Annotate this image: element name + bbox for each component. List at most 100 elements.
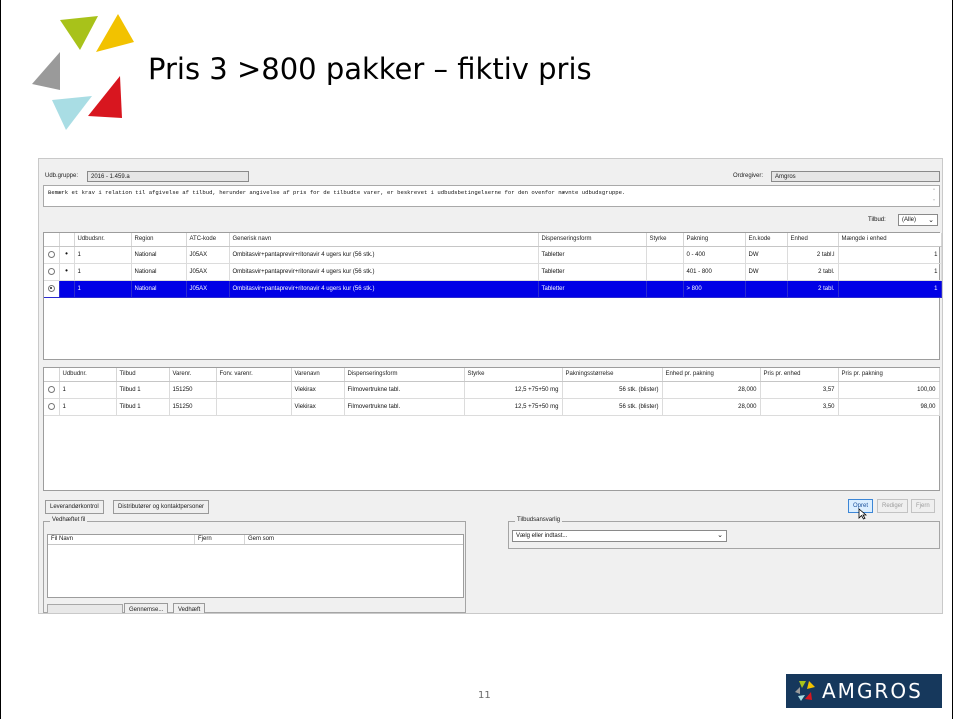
table-row[interactable]: 1 Tilbud 1 151250 Viekirax Filmovertrukn…: [44, 398, 940, 416]
column-header-styrke[interactable]: Styrke: [646, 233, 684, 247]
row-radio-cell[interactable]: [44, 381, 60, 399]
enhed-pr-pakning-cell: 28,000: [662, 381, 761, 399]
styrke-cell: [646, 246, 684, 264]
column-header-fjern[interactable]: Fjern: [195, 535, 245, 544]
column-header-pris-pr-pakning[interactable]: Pris pr. pakning: [838, 368, 940, 382]
column-header-varenavn[interactable]: Varenavn: [291, 368, 345, 382]
distributorer-button[interactable]: Distributører og kontaktpersoner: [113, 500, 210, 514]
column-header: [59, 233, 75, 247]
leverandorkontrol-button[interactable]: Leverandørkontrol: [45, 500, 104, 514]
tilbudsansvarlig-group: Tilbudsansvarlig Vælg eller indtast... ⌄: [508, 517, 940, 549]
row-radio-cell[interactable]: [44, 398, 60, 416]
column-header-pris-pr-enhed[interactable]: Pris pr. enhed: [760, 368, 839, 382]
column-header-enhed[interactable]: Enhed: [787, 233, 839, 247]
pakning-cell: > 800: [683, 280, 746, 298]
column-header-dispenseringsform[interactable]: Dispenseringsform: [344, 368, 465, 382]
column-header: [44, 233, 60, 247]
udbudnr-cell: 1: [59, 381, 117, 399]
page-number: 11: [478, 690, 491, 701]
en-kode-cell: DW: [745, 263, 788, 281]
note-scroll-arrows[interactable]: ⌃ ⌄: [931, 187, 937, 205]
tilbudsansvarlig-combobox[interactable]: Vælg eller indtast... ⌄: [512, 530, 727, 542]
en-kode-cell: [745, 280, 788, 298]
file-path-field[interactable]: [47, 604, 123, 613]
column-header-varenr[interactable]: Varenr.: [169, 368, 217, 382]
ordregiver-label: Ordregiver:: [733, 173, 764, 179]
rediger-button[interactable]: Rediger: [877, 499, 909, 513]
column-header-en-kode[interactable]: En.kode: [745, 233, 788, 247]
en-kode-cell: DW: [745, 246, 788, 264]
row-marker: •: [65, 249, 68, 258]
row-radio-button[interactable]: [47, 250, 55, 258]
column-header-atc[interactable]: ATC-kode: [186, 233, 230, 247]
attachments-header-row: Fil Navn Fjern Gem som: [48, 535, 463, 545]
table-row[interactable]: • 1 National J05AX Ombitasvir+pantaprevi…: [44, 263, 942, 281]
fjern-button[interactable]: Fjern: [911, 499, 935, 513]
row-radio-cell[interactable]: [44, 280, 60, 298]
tilbud-filter-select[interactable]: (Alle) ⌄: [898, 214, 938, 226]
row-radio-button[interactable]: [47, 267, 55, 275]
row-marker-cell: [59, 280, 75, 298]
region-cell: National: [131, 246, 187, 264]
amgros-brand-logo: AMGROS: [786, 674, 942, 708]
dispenseringsform-cell: Tabletter: [538, 280, 647, 298]
atc-cell: J05AX: [186, 263, 230, 281]
udb-gruppe-field[interactable]: 2016 - 1.459.a: [87, 171, 249, 182]
row-radio-cell[interactable]: [44, 246, 60, 264]
column-header-udbudnr[interactable]: Udbudnr.: [59, 368, 117, 382]
column-header-fil-navn[interactable]: Fil Navn: [48, 535, 195, 544]
column-header-maengde[interactable]: Mængde i enhed: [838, 233, 942, 247]
styrke-cell: [646, 263, 684, 281]
tilbud-header-row: Udbudnr. Tilbud Varenr. Forv. varenr. Va…: [44, 368, 940, 382]
column-header-region[interactable]: Region: [131, 233, 187, 247]
amgros-star-logo: [32, 14, 134, 130]
ordregiver-field[interactable]: Amgros: [771, 171, 940, 182]
column-header-pakningsstorrelse[interactable]: Pakningsstørrelse: [562, 368, 663, 382]
table-row[interactable]: 1 Tilbud 1 151250 Viekirax Filmovertrukn…: [44, 381, 940, 399]
row-marker-cell: •: [59, 246, 75, 264]
maengde-cell: 1: [838, 263, 942, 281]
styrke-cell: 12,5 +75+50 mg: [464, 381, 563, 399]
varenavn-cell: Viekirax: [291, 381, 345, 399]
pris-pr-enhed-cell: 3,50: [760, 398, 839, 416]
row-radio-button[interactable]: [47, 402, 55, 410]
row-radio-button[interactable]: [47, 385, 55, 393]
tilbud-filter-label: Tilbud:: [868, 217, 886, 223]
column-header-tilbud[interactable]: Tilbud: [116, 368, 170, 382]
chevron-down-icon: ⌄: [928, 217, 934, 224]
row-radio-cell[interactable]: [44, 263, 60, 281]
udbud-grid: Udbudsnr. Region ATC-kode Generisk navn …: [43, 232, 942, 360]
column-header-dispenseringsform[interactable]: Dispenseringsform: [538, 233, 647, 247]
tilbud-table: Udbudnr. Tilbud Varenr. Forv. varenr. Va…: [44, 368, 940, 416]
table-row-selected[interactable]: 1 National J05AX Ombitasvir+pantaprevir+…: [44, 280, 942, 298]
column-header-pakning[interactable]: Pakning: [683, 233, 746, 247]
udbud-table: Udbudsnr. Region ATC-kode Generisk navn …: [44, 233, 942, 298]
pris-pr-pakning-cell: 98,00: [838, 398, 940, 416]
column-header-generisk-navn[interactable]: Generisk navn: [229, 233, 539, 247]
vedhaeft-button[interactable]: Vedhæft: [173, 603, 206, 613]
dispenseringsform-cell: Tabletter: [538, 263, 647, 281]
row-marker: •: [65, 266, 68, 275]
enhed-cell: 2 tabl.: [787, 280, 839, 298]
styrke-cell: 12,5 +75+50 mg: [464, 398, 563, 416]
note-text: Bemærk et krav i relation til afgivelse …: [48, 189, 626, 196]
column-header-gem-som[interactable]: Gem som: [245, 535, 463, 544]
udbud-header-row: Udbudsnr. Region ATC-kode Generisk navn …: [44, 233, 942, 247]
column-header-forv-varenr[interactable]: Forv. varenr.: [216, 368, 292, 382]
column-header-enhed-pr-pakning[interactable]: Enhed pr. pakning: [662, 368, 761, 382]
column-header-udbudsnr[interactable]: Udbudsnr.: [74, 233, 132, 247]
dispenseringsform-cell: Tabletter: [538, 246, 647, 264]
pris-pr-pakning-cell: 100,00: [838, 381, 940, 399]
row-radio-button-selected[interactable]: [47, 284, 55, 292]
udbudsnr-cell: 1: [74, 246, 132, 264]
column-header-styrke[interactable]: Styrke: [464, 368, 563, 382]
forv-varenr-cell: [216, 381, 292, 399]
pakningsstorrelse-cell: 56 stk. (blister): [562, 381, 663, 399]
table-row[interactable]: • 1 National J05AX Ombitasvir+pantaprevi…: [44, 246, 942, 264]
pakningsstorrelse-cell: 56 stk. (blister): [562, 398, 663, 416]
atc-cell: J05AX: [186, 246, 230, 264]
attachments-grid: Fil Navn Fjern Gem som: [47, 534, 464, 598]
generisk-navn-cell: Ombitasvir+pantaprevir+ritonavir 4 ugers…: [229, 280, 539, 298]
gennemse-button[interactable]: Gennemse...: [124, 603, 169, 613]
note-textarea[interactable]: Bemærk et krav i relation til afgivelse …: [43, 185, 940, 207]
